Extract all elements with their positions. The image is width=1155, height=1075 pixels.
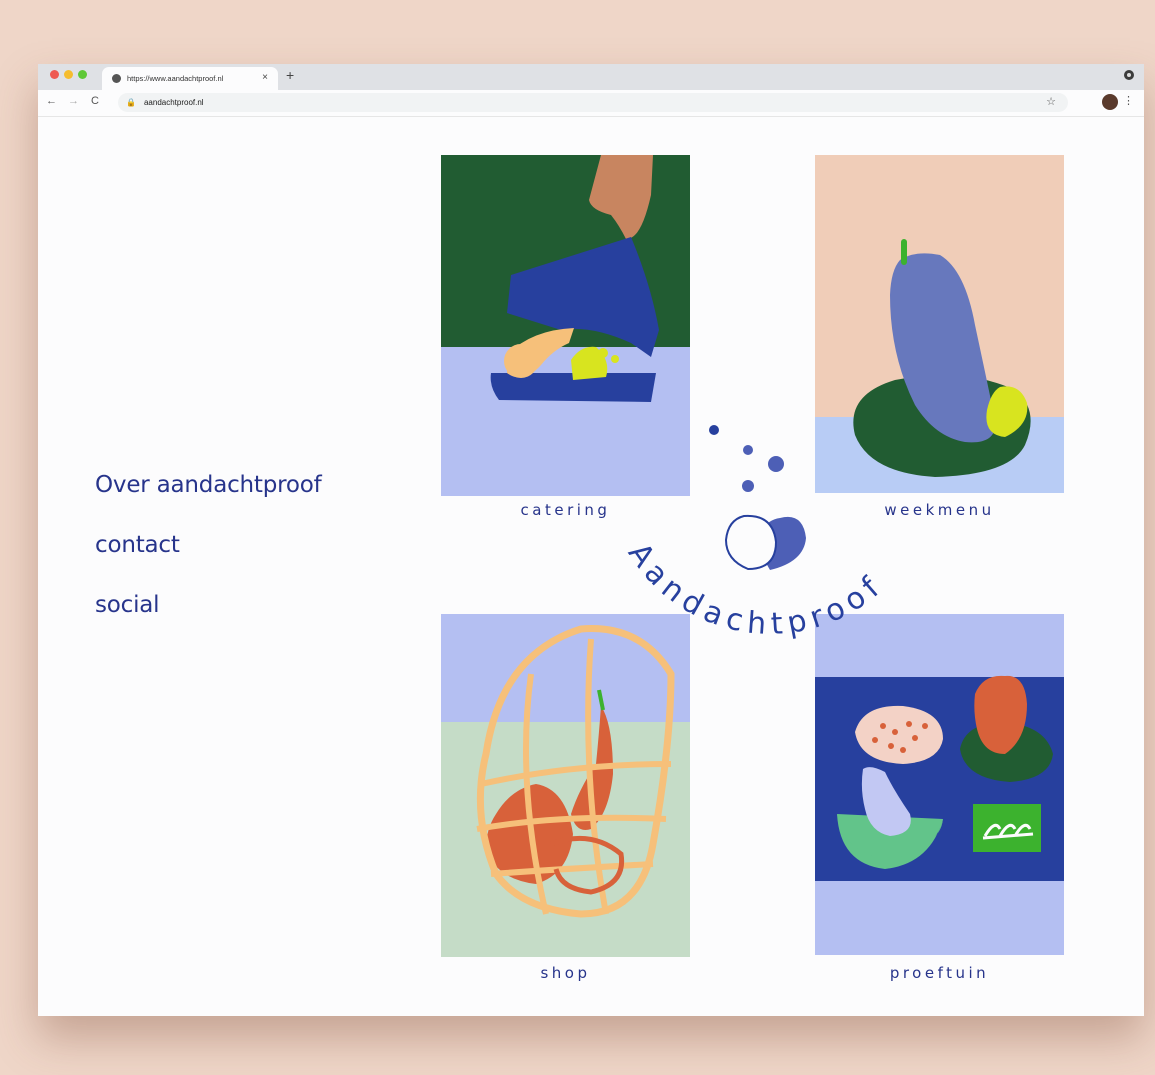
address-bar[interactable]: 🔒 aandachtproof.nl ☆	[118, 93, 1068, 112]
logo-dot	[742, 480, 754, 492]
weekmenu-card[interactable]	[815, 155, 1064, 493]
reload-button[interactable]: C	[91, 95, 99, 107]
logo-shape	[759, 516, 806, 570]
shop-card[interactable]	[441, 614, 690, 957]
lock-icon: 🔒	[126, 98, 136, 107]
weekmenu-label[interactable]: weekmenu	[815, 501, 1064, 519]
minimize-window-dot[interactable]	[64, 70, 73, 79]
proeftuin-card[interactable]	[815, 614, 1064, 955]
back-button[interactable]: ←	[46, 95, 57, 107]
bookmark-star-icon[interactable]: ☆	[1046, 95, 1056, 108]
forward-button[interactable]: →	[68, 95, 79, 107]
tab-bar: https://www.aandachtproof.nl × +	[38, 64, 1144, 90]
browser-toolbar: ← → C 🔒 aandachtproof.nl ☆ ⋮	[38, 90, 1144, 117]
record-icon[interactable]	[1124, 70, 1134, 80]
tab-close-icon[interactable]: ×	[262, 72, 268, 83]
weekmenu-illustration	[815, 155, 1064, 493]
shop-label[interactable]: shop	[441, 964, 690, 982]
nav-over-aandachtproof[interactable]: Over aandachtproof	[95, 472, 322, 498]
nav-social[interactable]: social	[95, 592, 160, 618]
menu-icon[interactable]: ⋮	[1123, 94, 1134, 107]
browser-tab[interactable]: https://www.aandachtproof.nl ×	[102, 67, 278, 90]
logo-dot	[709, 425, 719, 435]
catering-card[interactable]	[441, 155, 690, 496]
tab-title: https://www.aandachtproof.nl	[127, 74, 224, 83]
close-window-dot[interactable]	[50, 70, 59, 79]
new-tab-button[interactable]: +	[286, 67, 294, 83]
catering-label[interactable]: catering	[441, 501, 690, 519]
shop-illustration	[441, 614, 690, 957]
catering-illustration	[441, 155, 690, 496]
nav-contact[interactable]: contact	[95, 532, 180, 558]
browser-window: https://www.aandachtproof.nl × + ← → C 🔒…	[38, 64, 1144, 1016]
globe-icon	[112, 74, 121, 83]
proeftuin-label[interactable]: proeftuin	[815, 964, 1064, 982]
logo-shape	[724, 514, 778, 571]
logo-dot	[743, 445, 753, 455]
profile-avatar[interactable]	[1102, 94, 1118, 110]
logo-dot	[768, 456, 784, 472]
maximize-window-dot[interactable]	[78, 70, 87, 79]
address-url: aandachtproof.nl	[143, 98, 204, 107]
proeftuin-illustration	[815, 614, 1064, 955]
